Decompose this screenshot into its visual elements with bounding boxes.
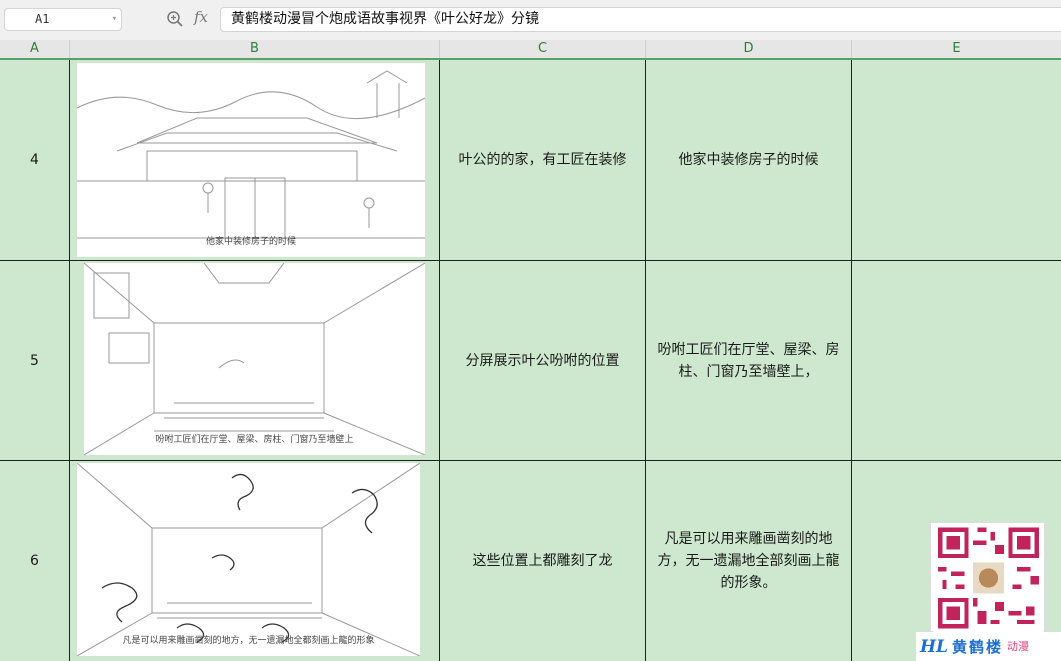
- narration-cell[interactable]: 凡是可以用来雕画凿刻的地方，无一遗漏地全部刻画上龍的形象。: [646, 461, 852, 661]
- brand-logo-icon: HL: [920, 636, 949, 657]
- image-caption: 他家中装修房子的时候: [205, 237, 296, 247]
- storyboard-image: 凡是可以用来雕画凿刻的地方，无一遗漏地全都刻画上龍的形象: [77, 463, 420, 656]
- zoom-icon[interactable]: [166, 10, 184, 28]
- column-header-a[interactable]: A: [0, 40, 70, 58]
- description-cell[interactable]: 这些位置上都雕刻了龙: [440, 461, 646, 661]
- column-header: A B C D E: [0, 40, 1061, 60]
- table-row: 6 凡是可以用来雕画凿刻的地方，无一遗漏地全都刻画上龍的形象 这些位置上都雕刻了…: [0, 461, 1061, 661]
- image-cell[interactable]: 他家中装修房子的时候: [70, 60, 440, 260]
- note-cell[interactable]: [852, 261, 1061, 460]
- brand-tag: 动漫: [1007, 639, 1030, 653]
- row-number-cell[interactable]: 4: [0, 60, 70, 260]
- image-cell[interactable]: 凡是可以用来雕画凿刻的地方，无一遗漏地全都刻画上龍的形象: [70, 461, 440, 661]
- brand-name: 黄鹤楼: [952, 638, 1004, 656]
- qr-code: [930, 522, 1045, 633]
- fx-icon[interactable]: fx: [194, 8, 208, 26]
- name-box-value: A1: [35, 12, 50, 26]
- description-cell[interactable]: 分屏展示叶公吩咐的位置: [440, 261, 646, 460]
- row-number-cell[interactable]: 6: [0, 461, 70, 661]
- chevron-down-icon[interactable]: ▾: [112, 9, 117, 30]
- narration-cell[interactable]: 他家中装修房子的时候: [646, 60, 852, 260]
- table-row: 4 他家中装修房子的时候 叶公的的家，有工匠在装修 他家中装修房子的时候: [0, 60, 1061, 261]
- image-caption: 吩咐工匠们在厅堂、屋梁、房柱、门窗乃至墙壁上: [155, 435, 354, 445]
- description-cell[interactable]: 叶公的的家，有工匠在装修: [440, 60, 646, 260]
- column-header-b[interactable]: B: [70, 40, 440, 58]
- image-caption: 凡是可以用来雕画凿刻的地方，无一遗漏地全都刻画上龍的形象: [122, 636, 375, 646]
- note-cell[interactable]: [852, 60, 1061, 260]
- formula-input[interactable]: 黄鹤楼动漫冒个炮成语故事视界《叶公好龙》分镜: [220, 7, 1061, 32]
- column-header-e[interactable]: E: [852, 40, 1061, 58]
- row-number-cell[interactable]: 5: [0, 261, 70, 460]
- formula-bar: A1 ▾ fx 黄鹤楼动漫冒个炮成语故事视界《叶公好龙》分镜: [0, 0, 1061, 40]
- name-box[interactable]: A1 ▾: [4, 8, 122, 31]
- storyboard-image: 他家中装修房子的时候: [77, 63, 425, 257]
- sheet-grid: 4 他家中装修房子的时候 叶公的的家，有工匠在装修 他家中装修房子的时候 5 吩…: [0, 60, 1061, 661]
- column-header-c[interactable]: C: [440, 40, 646, 58]
- storyboard-image: 吩咐工匠们在厅堂、屋梁、房柱、门窗乃至墙壁上: [84, 263, 425, 455]
- column-header-d[interactable]: D: [646, 40, 852, 58]
- watermark-logo: HL 黄鹤楼 动漫: [916, 632, 1061, 661]
- image-cell[interactable]: 吩咐工匠们在厅堂、屋梁、房柱、门窗乃至墙壁上: [70, 261, 440, 460]
- table-row: 5 吩咐工匠们在厅堂、屋梁、房柱、门窗乃至墙壁上 分屏展示叶公吩咐的位置 吩咐工…: [0, 261, 1061, 461]
- narration-cell[interactable]: 吩咐工匠们在厅堂、屋梁、房柱、门窗乃至墙壁上，: [646, 261, 852, 460]
- spreadsheet-window: A1 ▾ fx 黄鹤楼动漫冒个炮成语故事视界《叶公好龙》分镜 A B C D E…: [0, 0, 1061, 661]
